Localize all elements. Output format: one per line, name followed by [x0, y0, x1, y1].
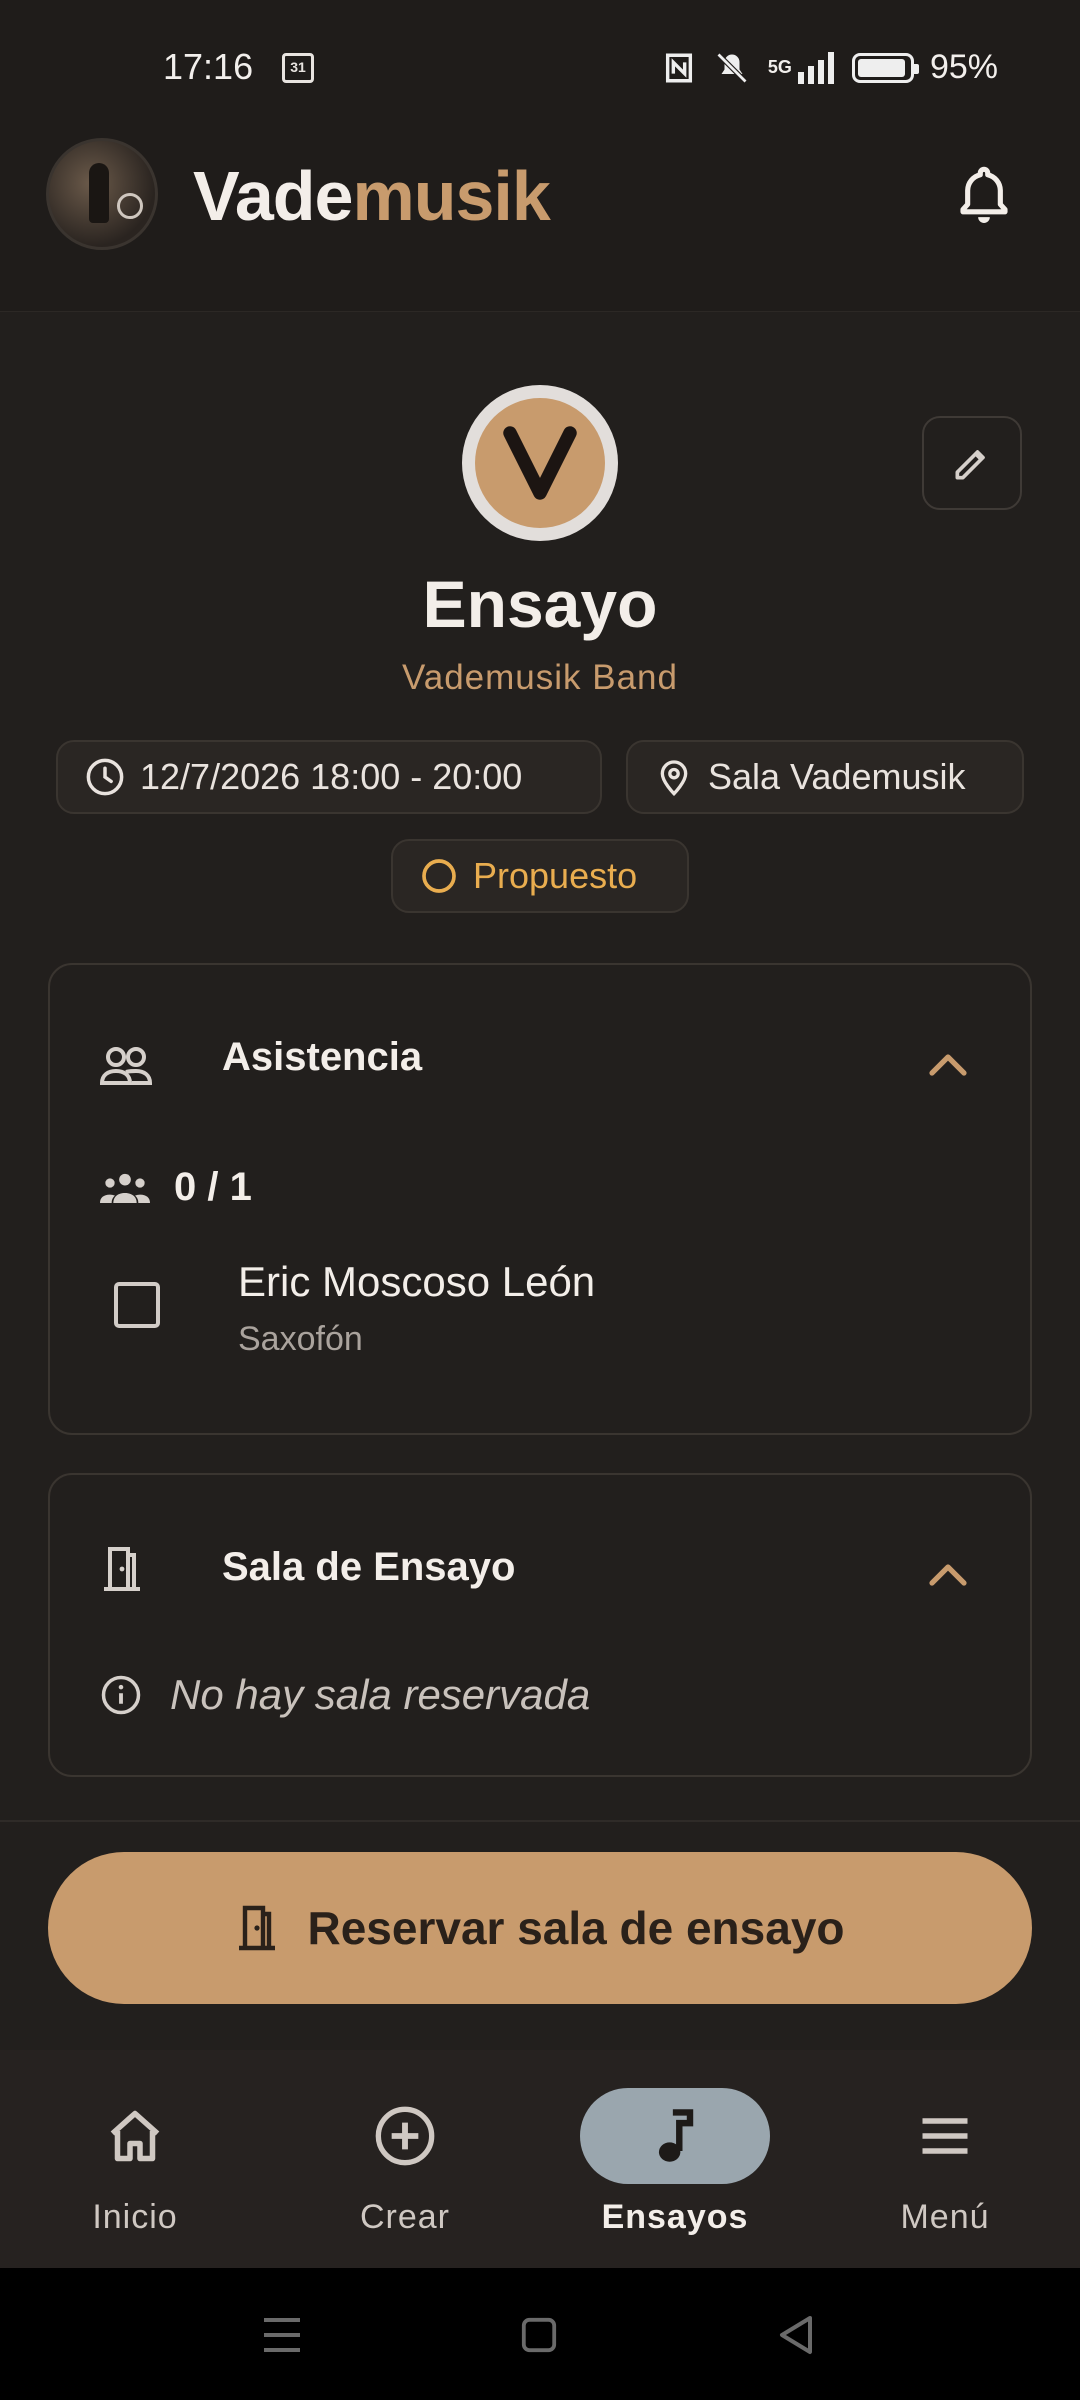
battery-percentage: 95%: [929, 48, 998, 86]
status-label: Propuesto: [473, 855, 638, 896]
door-icon: [104, 1547, 140, 1591]
nav-label: Ensayos: [601, 2198, 749, 2236]
calendar-notification-icon: 31: [282, 53, 314, 83]
system-navigation-bar: [0, 2268, 1080, 2400]
door-icon: [239, 1905, 276, 1951]
nav-label: Inicio: [92, 2198, 178, 2236]
add-circle-icon: [375, 2106, 435, 2166]
attendance-count: 0 / 1: [174, 1165, 252, 1209]
status-icons: 5G 95%: [662, 48, 998, 87]
clock-icon: [86, 758, 124, 796]
brand-logo: Vademusik: [193, 157, 551, 235]
location-pin-icon: [660, 760, 688, 797]
recent-apps-icon[interactable]: [262, 2316, 302, 2354]
home-icon: [110, 2110, 160, 2162]
bottom-navigation: Inicio Crear Ensayos Menú: [0, 2050, 1080, 2268]
nav-item-crear[interactable]: Crear: [305, 2088, 505, 2237]
notifications-bell-icon[interactable]: [956, 163, 1012, 227]
event-location-chip[interactable]: Sala Vademusik: [626, 740, 1024, 814]
nav-label: Crear: [359, 2198, 451, 2236]
status-circle-icon: [422, 859, 456, 893]
attendee-name: Eric Moscoso León: [238, 1258, 596, 1305]
profile-avatar[interactable]: [46, 138, 158, 250]
people-icon: [100, 1173, 150, 1203]
app-header: Vademusik: [0, 130, 1080, 312]
book-rehearsal-room-button[interactable]: Reservar sala de ensayo: [48, 1852, 1032, 2004]
nfc-icon: [665, 53, 692, 82]
menu-icon: [922, 2118, 968, 2154]
attendance-title: Asistencia: [222, 1035, 423, 1079]
pencil-icon: [955, 450, 985, 480]
signal-icon: [797, 51, 834, 84]
band-logo: [462, 385, 618, 541]
event-datetime-chip: 12/7/2026 18:00 - 20:00: [56, 740, 602, 814]
event-datetime: 12/7/2026 18:00 - 20:00: [140, 756, 523, 797]
home-system-icon[interactable]: [520, 2316, 558, 2354]
divider: [0, 1820, 1080, 1822]
no-room-text: No hay sala reservada: [170, 1671, 591, 1718]
v-logo-icon: [503, 426, 577, 500]
nav-item-menu[interactable]: Menú: [845, 2088, 1045, 2237]
attendance-card: Asistencia 0 / 1 Eric Moscoso León Saxof…: [48, 963, 1032, 1435]
battery-icon: [851, 52, 919, 83]
network-label: 5G: [767, 57, 792, 77]
status-time: 17:16: [163, 46, 254, 87]
attendance-checkbox[interactable]: [114, 1282, 160, 1328]
attendee-role: Saxofón: [238, 1320, 363, 1358]
back-icon[interactable]: [776, 2314, 816, 2356]
group-icon: [100, 1047, 152, 1085]
nav-item-ensayos[interactable]: Ensayos: [575, 2088, 775, 2237]
rehearsal-room-title: Sala de Ensayo: [222, 1545, 516, 1589]
music-note-icon: [658, 2109, 694, 2162]
event-title: Ensayo: [422, 567, 658, 641]
status-bar: 17:16 31 5G 95%: [0, 0, 1080, 130]
no-room-row: No hay sala reservada: [100, 1671, 590, 1719]
event-band[interactable]: Vademusik Band: [0, 658, 1080, 698]
rehearsal-room-card: Sala de Ensayo No hay sala reservada: [48, 1473, 1032, 1777]
info-icon: [101, 1675, 141, 1715]
nav-item-inicio[interactable]: Inicio: [35, 2088, 235, 2237]
attendance-count-row: 0 / 1: [100, 1165, 252, 1210]
edit-button[interactable]: [922, 416, 1022, 510]
status-badge: Propuesto: [391, 839, 689, 913]
chevron-up-icon[interactable]: [928, 1559, 968, 1587]
mute-icon: [716, 52, 748, 83]
chevron-up-icon[interactable]: [928, 1049, 968, 1077]
book-rehearsal-room-label: Reservar sala de ensayo: [307, 1902, 845, 1954]
nav-label: Menú: [900, 2198, 990, 2236]
event-location: Sala Vademusik: [708, 756, 966, 797]
